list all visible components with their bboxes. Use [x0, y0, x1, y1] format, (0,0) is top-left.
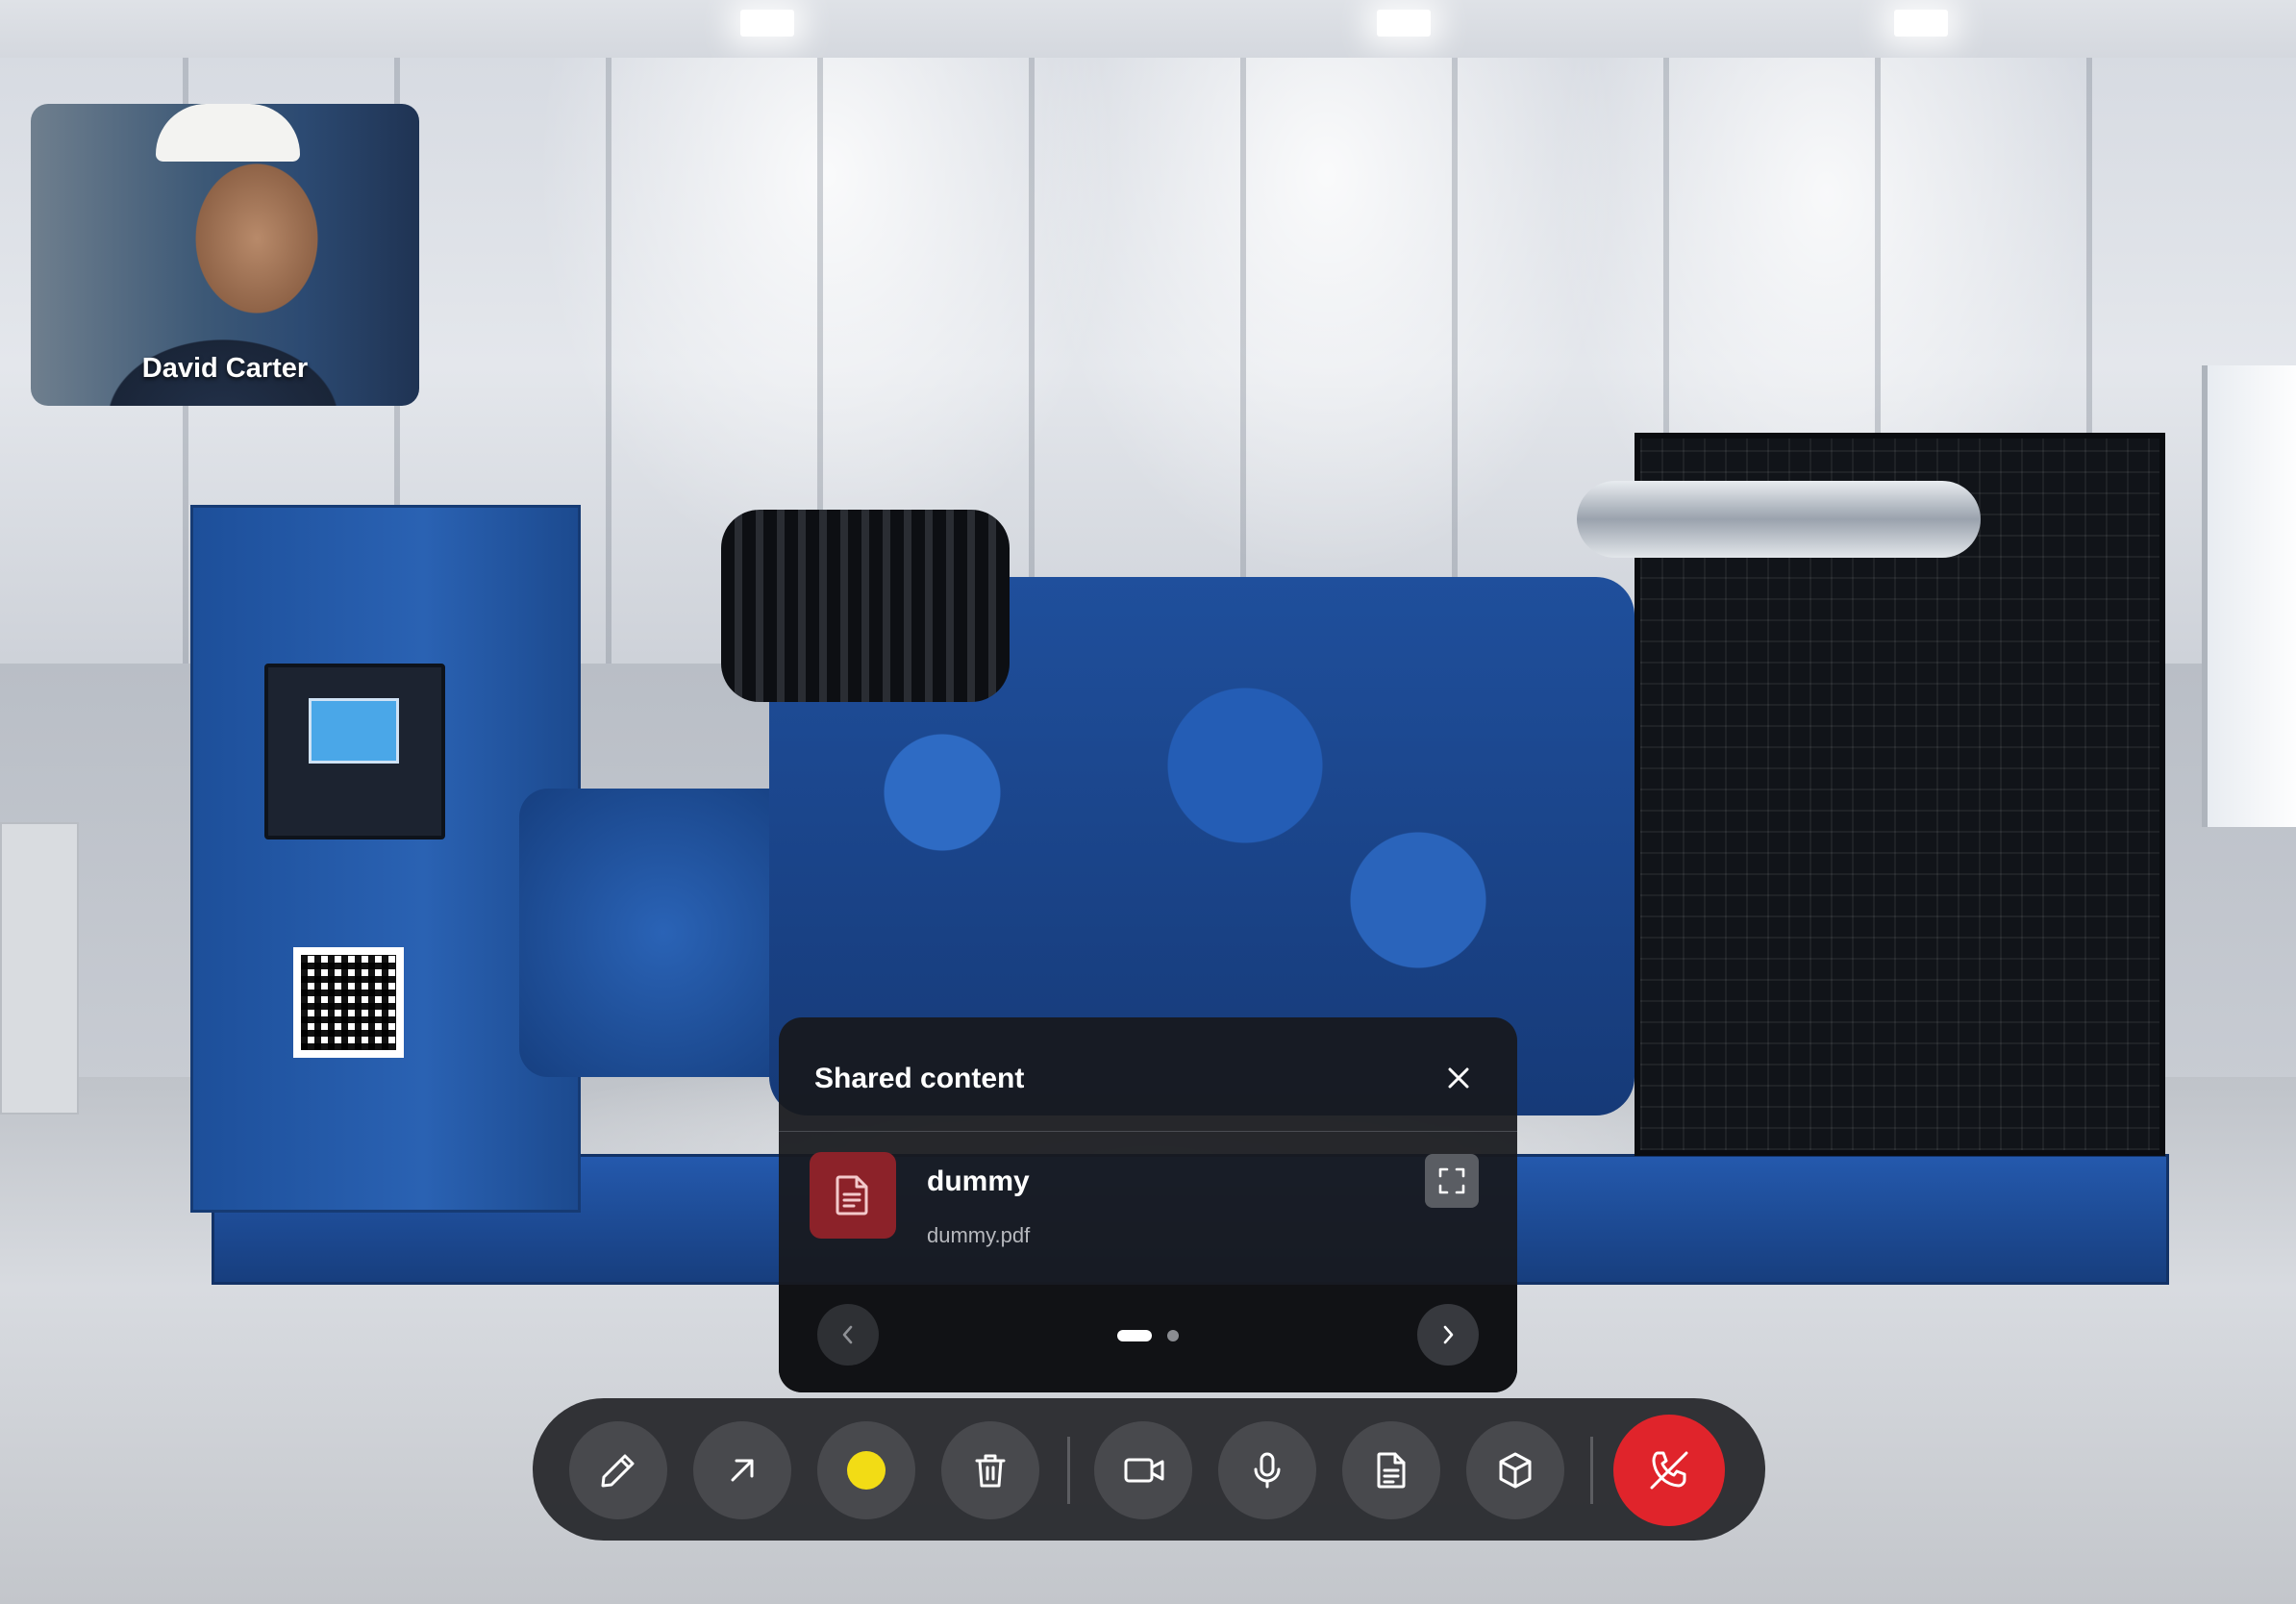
color-picker-button[interactable] — [817, 1421, 915, 1519]
previous-page-button[interactable] — [817, 1304, 879, 1366]
3d-model-button[interactable] — [1466, 1421, 1564, 1519]
shared-content-title: Shared content — [814, 1063, 1025, 1094]
ceiling-light — [740, 10, 794, 37]
document-icon — [836, 1175, 868, 1216]
pen-tool-button[interactable] — [569, 1421, 667, 1519]
cube-icon — [1499, 1452, 1532, 1489]
documents-button[interactable] — [1342, 1421, 1440, 1519]
pagination-bar — [779, 1285, 1517, 1392]
call-toolbar — [533, 1398, 1765, 1541]
close-icon — [1448, 1067, 1469, 1089]
exhaust-pipe — [1577, 481, 1981, 558]
qr-code — [293, 947, 404, 1058]
pen-icon — [601, 1454, 635, 1488]
chevron-left-icon — [842, 1325, 853, 1344]
ceiling-light — [1377, 10, 1431, 37]
alternator — [519, 789, 808, 1077]
video-icon — [1124, 1458, 1164, 1483]
control-panel-display — [264, 664, 445, 840]
toolbar-divider — [1590, 1437, 1593, 1504]
next-page-button[interactable] — [1417, 1304, 1479, 1366]
participant-video-tile[interactable]: David Carter — [31, 104, 419, 406]
toolbar-divider — [1067, 1437, 1070, 1504]
shared-content-panel: Shared content dummy dummy.pdf — [779, 1017, 1517, 1392]
microphone-toggle-button[interactable] — [1218, 1421, 1316, 1519]
shared-content-header: Shared content — [779, 1017, 1517, 1132]
arrow-icon — [731, 1459, 754, 1482]
document-icon — [1377, 1452, 1406, 1489]
file-filename: dummy.pdf — [927, 1223, 1031, 1247]
microphone-icon — [1254, 1452, 1281, 1489]
ceiling-light — [1894, 10, 1948, 37]
close-button[interactable] — [1442, 1062, 1475, 1094]
fullscreen-button[interactable] — [1425, 1154, 1479, 1208]
arrow-tool-button[interactable] — [693, 1421, 791, 1519]
pdf-file-thumbnail — [810, 1152, 896, 1239]
participant-name: David Carter — [141, 353, 309, 384]
expand-icon — [1438, 1167, 1465, 1194]
page-indicator[interactable] — [1167, 1330, 1179, 1341]
chevron-right-icon — [1443, 1325, 1454, 1344]
selected-color-swatch — [847, 1451, 886, 1490]
air-filter — [721, 510, 1010, 702]
delete-annotations-button[interactable] — [941, 1421, 1039, 1519]
end-call-button[interactable] — [1613, 1415, 1725, 1526]
participant-video-frame — [156, 104, 300, 162]
trash-icon — [975, 1454, 1006, 1488]
page-indicator-active[interactable] — [1117, 1330, 1152, 1341]
warehouse-window — [2202, 365, 2296, 827]
electrical-cabinet — [0, 822, 79, 1115]
video-toggle-button[interactable] — [1094, 1421, 1192, 1519]
file-name: dummy — [927, 1165, 1030, 1197]
shared-file-item[interactable]: dummy dummy.pdf — [779, 1131, 1517, 1285]
end-call-icon — [1650, 1451, 1688, 1490]
